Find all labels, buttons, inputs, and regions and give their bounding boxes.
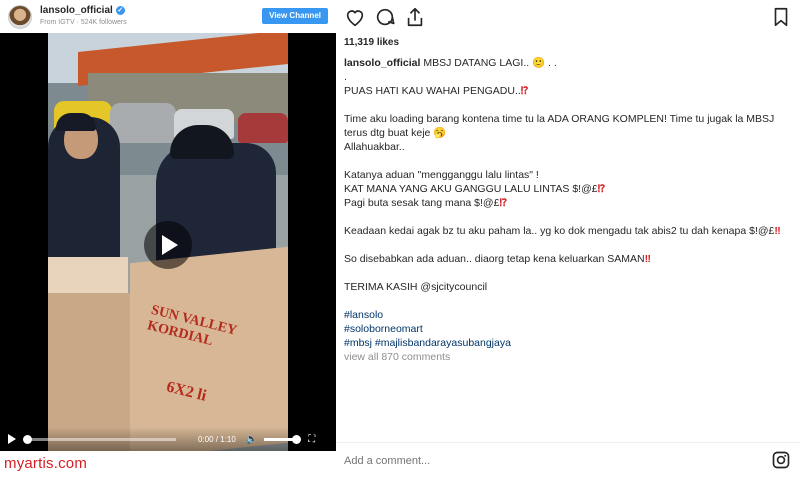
caption-line [344,98,784,112]
volume-slider[interactable] [264,434,302,444]
emphasis-mark: ⁉ [499,197,508,209]
emphasis-mark: ‼ [774,225,781,237]
video-controls: 0:00 / 1:10 🔈 ⛶ [0,427,336,451]
hashtag-link[interactable]: #lansolo [344,309,383,321]
details-column: 11,319 likes lansolo_official MBSJ DATAN… [336,0,800,478]
comment-input[interactable] [344,451,744,471]
caption-line [344,154,784,168]
play-button[interactable] [144,221,192,269]
heart-icon[interactable] [344,6,366,28]
post-header: lansolo_official ✓ From IGTV · 524K foll… [0,0,336,33]
caption-line: Pagi buta sesak tang mana $!@£⁉ [344,197,508,209]
header-subtitle: From IGTV · 524K followers [40,18,127,26]
action-bar [344,6,800,28]
comment-icon[interactable] [374,6,396,28]
caption-text: MBSJ DATANG LAGI.. 🙂 . . [423,57,557,69]
caption-line [344,210,784,224]
caption-line: So disebabkan ada aduan.. diaorg tetap k… [344,253,651,265]
caption-line: KAT MANA YANG AKU GANGGU LALU LINTAS $!@… [344,183,606,195]
caption-line: Katanya aduan "mengganggu lalu lintas" ! [344,169,539,181]
instagram-icon[interactable] [772,451,790,469]
header-text: lansolo_official ✓ From IGTV · 524K foll… [40,5,127,29]
fullscreen-icon[interactable]: ⛶ [308,434,315,445]
view-all-comments-link[interactable]: view all 870 comments [344,351,450,363]
video-column: lansolo_official ✓ From IGTV · 524K foll… [0,0,336,478]
emphasis-mark: ⁉ [597,183,606,195]
caption-line [344,294,784,308]
caption-line: Keadaan kedai agak bz tu aku paham la.. … [344,225,781,237]
share-icon[interactable] [404,6,426,28]
volume-knob[interactable] [292,434,302,444]
header-user: lansolo_official ✓ [40,5,127,17]
volume-icon[interactable]: 🔈 [246,434,258,445]
car [238,113,288,143]
caption-line [344,238,784,252]
caption-line [344,266,784,280]
view-channel-button[interactable]: View Channel [262,8,328,24]
officer-cap [56,113,96,131]
emphasis-mark: ‼ [644,253,651,265]
progress-bar[interactable] [23,434,176,444]
caption-username[interactable]: lansolo_official [344,57,420,69]
hashtag: #soloborneomart [344,322,784,336]
like-count[interactable]: 11,319 likes [344,37,399,48]
hashtag-link[interactable]: #mbsj #majlisbandarayasubangjaya [344,337,511,349]
emphasis-mark: ⁉ [520,85,529,97]
caption-first-line: lansolo_official MBSJ DATANG LAGI.. 🙂 . … [344,56,784,70]
verified-icon: ✓ [115,6,125,15]
hashtag-link[interactable]: #soloborneomart [344,323,423,335]
hashtag: #lansolo [344,308,784,322]
caption-line: . [344,71,347,83]
divider [336,442,800,443]
play-icon [162,235,178,255]
caption-line: TERIMA KASIH @sjcitycouncil [344,281,488,293]
play-icon[interactable] [8,434,16,444]
progress-knob[interactable] [23,434,32,444]
view-all-comments: view all 870 comments [344,350,784,364]
caption: lansolo_official MBSJ DATANG LAGI.. 🙂 . … [344,56,784,364]
avatar[interactable] [8,4,32,29]
header-username[interactable]: lansolo_official [40,5,113,17]
car [110,103,176,143]
hashtag: #mbsj #majlisbandarayasubangjaya [344,336,784,350]
bookmark-icon[interactable] [770,6,792,28]
video-player[interactable]: SUN VALLEY KORDIAL 6X2 li 0:00 / 1:10 🔈 … [0,33,336,451]
time-display: 0:00 / 1:10 [198,434,236,444]
watermark: myartis.com [4,455,88,472]
caption-line: Allahuakbar.. [344,141,405,153]
caption-line: PUAS HATI KAU WAHAI PENGADU..⁉ [344,85,529,97]
caption-line: Time aku loading barang kontena time tu … [344,113,775,139]
